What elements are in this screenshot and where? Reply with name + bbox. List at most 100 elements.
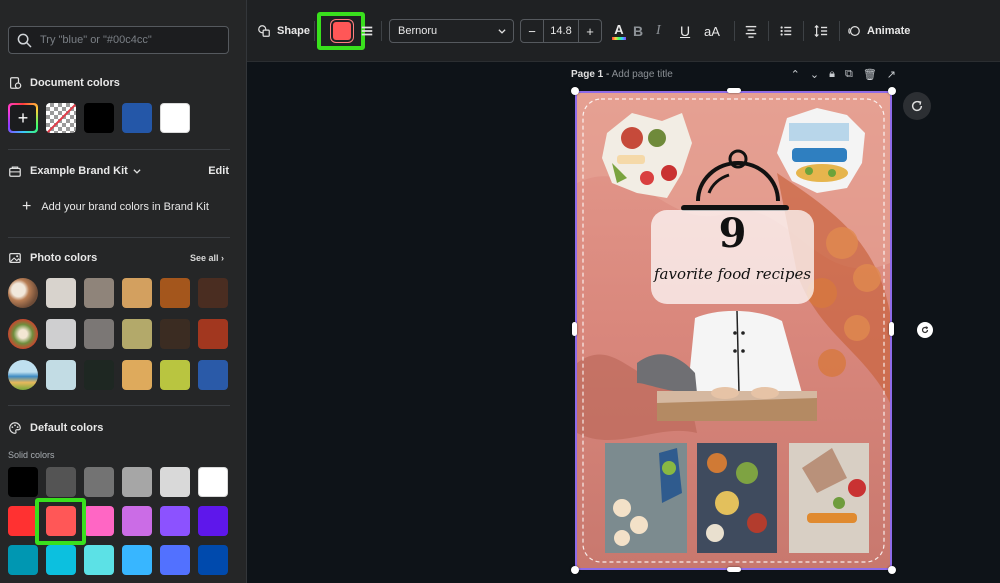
resize-handle-top[interactable] bbox=[727, 88, 741, 93]
font-family-value: Bernoru bbox=[398, 25, 438, 37]
text-color-button[interactable]: A bbox=[608, 18, 630, 44]
increase-font-size-button[interactable]: + bbox=[579, 24, 601, 39]
add-page-title-placeholder[interactable]: Add page title bbox=[612, 69, 673, 80]
resize-handle-left[interactable] bbox=[572, 322, 577, 336]
default-color-swatch[interactable] bbox=[160, 467, 190, 497]
color-search-field[interactable] bbox=[8, 26, 229, 54]
photo-color-swatch[interactable] bbox=[122, 319, 152, 349]
page-label: Page 1 bbox=[571, 68, 604, 80]
document-color-swatch[interactable] bbox=[122, 103, 152, 133]
font-size-input[interactable]: 14.8 bbox=[543, 20, 579, 42]
default-color-swatch[interactable] bbox=[122, 467, 152, 497]
default-color-swatch[interactable] bbox=[8, 545, 38, 575]
see-all-label: See all bbox=[190, 253, 219, 263]
default-color-swatch[interactable] bbox=[160, 506, 190, 536]
default-color-swatch[interactable] bbox=[8, 506, 38, 536]
section-divider bbox=[8, 237, 230, 238]
italic-button[interactable]: I bbox=[656, 18, 678, 44]
animate-button[interactable]: Animate bbox=[847, 18, 910, 44]
photo-color-swatch[interactable] bbox=[46, 319, 76, 349]
photo-thumbnail[interactable] bbox=[8, 278, 38, 308]
default-color-swatch[interactable] bbox=[46, 545, 76, 575]
photo-color-swatch[interactable] bbox=[160, 319, 190, 349]
photo-thumbnail[interactable] bbox=[8, 360, 38, 390]
default-color-swatch[interactable] bbox=[160, 545, 190, 575]
letter-case-button[interactable]: aA bbox=[703, 18, 727, 44]
transparent-swatch[interactable] bbox=[46, 103, 76, 133]
brand-kit-edit-link[interactable]: Edit bbox=[208, 165, 229, 177]
list-button[interactable] bbox=[774, 18, 798, 44]
photo-color-swatch[interactable] bbox=[84, 360, 114, 390]
default-color-swatch[interactable] bbox=[122, 545, 152, 575]
see-all-link[interactable]: See all › bbox=[190, 253, 224, 263]
chevron-down-icon[interactable]: ⌄ bbox=[810, 68, 819, 81]
default-colors-heading: Default colors bbox=[8, 421, 103, 435]
add-page-icon[interactable]: ↗ bbox=[887, 68, 896, 81]
lock-icon[interactable]: 🔒︎ bbox=[829, 68, 835, 81]
chevron-up-icon[interactable]: ⌃ bbox=[791, 68, 800, 81]
add-brand-colors-button[interactable]: + Add your brand colors in Brand Kit bbox=[22, 199, 209, 215]
photo-color-swatch[interactable] bbox=[198, 278, 228, 308]
line-style-button[interactable] bbox=[358, 18, 376, 44]
toolbar-divider bbox=[839, 21, 840, 41]
spacing-button[interactable] bbox=[809, 18, 833, 44]
selected-swatch-highlight bbox=[35, 498, 86, 545]
resize-handle-bottom[interactable] bbox=[727, 567, 741, 572]
photo-color-swatch[interactable] bbox=[46, 278, 76, 308]
design-number[interactable]: 9 bbox=[651, 214, 814, 254]
shape-button[interactable]: Shape bbox=[257, 18, 310, 44]
underline-button[interactable]: U bbox=[680, 18, 702, 44]
color-search-input[interactable] bbox=[40, 34, 220, 46]
document-color-swatch[interactable] bbox=[84, 103, 114, 133]
refresh-icon bbox=[911, 100, 923, 112]
duplicate-icon[interactable]: ⧉ bbox=[845, 68, 853, 81]
resize-handle-top-left[interactable] bbox=[571, 87, 579, 95]
decrease-font-size-button[interactable]: − bbox=[521, 24, 543, 39]
font-family-dropdown[interactable]: Bernoru bbox=[389, 19, 514, 43]
photo-color-swatch[interactable] bbox=[84, 319, 114, 349]
resize-handle-bottom-left[interactable] bbox=[571, 566, 579, 574]
search-icon bbox=[17, 33, 32, 47]
solid-colors-label: Solid colors bbox=[8, 450, 55, 460]
design-tagline[interactable]: favorite food recipes bbox=[651, 265, 814, 283]
default-color-swatch[interactable] bbox=[46, 467, 76, 497]
bold-button[interactable]: B bbox=[633, 18, 655, 44]
photo-color-swatch[interactable] bbox=[46, 360, 76, 390]
add-color-button[interactable]: + bbox=[8, 103, 38, 133]
photo-color-swatch[interactable] bbox=[198, 319, 228, 349]
align-button[interactable] bbox=[739, 18, 763, 44]
photo-colors-title: Photo colors bbox=[30, 252, 98, 264]
shape-icon bbox=[258, 25, 270, 37]
design-page[interactable]: 9 favorite food recipes bbox=[575, 91, 892, 570]
plus-icon: + bbox=[10, 105, 36, 131]
refresh-button[interactable] bbox=[903, 92, 931, 120]
default-color-swatch[interactable] bbox=[8, 467, 38, 497]
photo-color-swatch[interactable] bbox=[122, 278, 152, 308]
default-color-swatch[interactable] bbox=[198, 467, 228, 497]
resize-handle-right[interactable] bbox=[889, 322, 894, 336]
default-color-swatch[interactable] bbox=[198, 506, 228, 536]
default-color-swatch[interactable] bbox=[198, 545, 228, 575]
document-color-swatch[interactable] bbox=[160, 103, 190, 133]
rotate-handle[interactable] bbox=[917, 322, 933, 338]
editor-toolbar: Shape Bernoru − 14.8 + A B I U aA Animat… bbox=[247, 0, 1000, 62]
photo-color-swatch[interactable] bbox=[84, 278, 114, 308]
design-artwork bbox=[577, 93, 890, 568]
default-color-swatch[interactable] bbox=[84, 506, 114, 536]
document-colors-title: Document colors bbox=[30, 77, 120, 89]
default-color-swatch[interactable] bbox=[84, 467, 114, 497]
page-actions: ⌃ ⌄ 🔒︎ ⧉ 🗑︎ ↗ bbox=[791, 68, 896, 81]
default-color-swatch[interactable] bbox=[84, 545, 114, 575]
photo-color-swatch[interactable] bbox=[122, 360, 152, 390]
photo-color-swatch[interactable] bbox=[160, 360, 190, 390]
toolbar-divider bbox=[803, 21, 804, 41]
default-color-swatch[interactable] bbox=[122, 506, 152, 536]
photo-color-swatch[interactable] bbox=[198, 360, 228, 390]
photo-color-swatch[interactable] bbox=[160, 278, 190, 308]
photo-thumbnail[interactable] bbox=[8, 319, 38, 349]
trash-icon[interactable]: 🗑︎ bbox=[863, 68, 877, 81]
brand-kit-selector[interactable]: Example Brand Kit bbox=[8, 164, 142, 178]
page-title[interactable]: Page 1 - Add page title bbox=[571, 69, 673, 80]
resize-handle-top-right[interactable] bbox=[888, 87, 896, 95]
resize-handle-bottom-right[interactable] bbox=[888, 566, 896, 574]
